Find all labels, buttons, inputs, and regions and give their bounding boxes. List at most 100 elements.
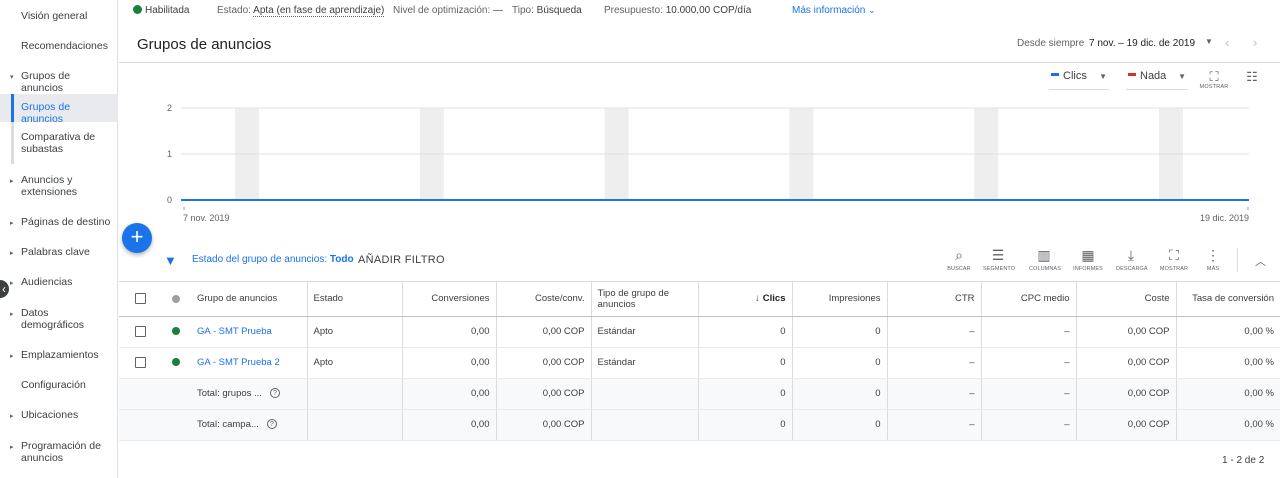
help-icon[interactable]: ?: [269, 388, 280, 399]
estado-info: Estado: Apta (en fase de aprendizaje): [217, 5, 385, 17]
sidebar-item-5[interactable]: ▸ Anuncios y extensiones: [0, 174, 118, 198]
status-dot-icon: [172, 358, 180, 367]
cell-coste-conv: 0,00 COP: [495, 409, 591, 441]
y-tick-label: 2: [167, 103, 172, 113]
date-dropdown-icon[interactable]: ▼: [1205, 37, 1213, 46]
type-info: Tipo: Búsqueda: [512, 5, 582, 16]
sidebar-item-6[interactable]: ▸ Páginas de destino: [0, 216, 118, 228]
total-empty-cell: [119, 378, 161, 410]
col-header-coste[interactable]: Coste: [1075, 282, 1176, 317]
sidebar-item-12[interactable]: ▸ Ubicaciones: [0, 409, 118, 421]
col-header-estado[interactable]: Estado: [306, 282, 402, 317]
cell-clics: 0: [697, 316, 792, 348]
status-enabled[interactable]: Habilitada: [133, 5, 189, 16]
download-button[interactable]: ⤓ DESCARGA: [1116, 247, 1148, 272]
chart-settings-button[interactable]: ☷: [1241, 70, 1263, 84]
budget-info: Presupuesto: 10.000,00 COP/día: [604, 5, 752, 16]
expand-icon: ⛶: [1169, 247, 1179, 263]
filter-icon[interactable]: ▼: [164, 253, 177, 268]
sidebar-item-10[interactable]: ▸ Emplazamientos: [0, 349, 118, 361]
checkbox[interactable]: [134, 356, 146, 368]
sidebar-item-3[interactable]: Grupos de anuncios: [0, 94, 118, 125]
download-icon: ⤓: [1127, 247, 1135, 263]
sidebar-item-8[interactable]: ▸ Audiencias: [0, 276, 118, 288]
segment-button[interactable]: ☰ SEGMENTO: [983, 247, 1016, 272]
cell-estado: Apto: [306, 316, 402, 348]
add-filter-button[interactable]: AÑADIR FILTRO: [358, 254, 445, 266]
chart-svg: 2 1 0 7 nov. 2019 19 dic. 2019: [167, 103, 1249, 223]
search-button[interactable]: ⌕ BUSCAR: [944, 247, 974, 272]
segment-label: SEGMENTO: [983, 266, 1016, 272]
metric-selector-2[interactable]: Nada ▼: [1126, 70, 1188, 90]
download-label: DESCARGA: [1116, 266, 1148, 272]
date-range-selector[interactable]: 7 nov. – 19 dic. de 2019: [1089, 38, 1195, 49]
row-status-cell[interactable]: [161, 316, 191, 348]
more-label: MÁS: [1206, 266, 1220, 272]
ad-groups-table-wrap: Grupo de anuncios Estado Conversiones Co…: [119, 282, 1280, 441]
ad-group-link[interactable]: GA - SMT Prueba 2: [197, 357, 280, 368]
more-info-link[interactable]: Más información ⌄: [792, 5, 876, 16]
sidebar-item-9[interactable]: ▸ Datos demográficos: [0, 307, 118, 331]
caret-right-icon: ▸: [10, 311, 14, 318]
metric2-swatch-icon: [1128, 73, 1136, 76]
filter-chip-status[interactable]: Estado del grupo de anuncios: Todo: [192, 254, 354, 265]
chevron-down-icon: ⌄: [868, 5, 876, 15]
sidebar-item-2[interactable]: ▾ Grupos de anuncios: [0, 70, 118, 94]
sidebar-item-11[interactable]: Configuración: [0, 379, 118, 391]
total-label: Total: campa...: [197, 419, 259, 430]
status-column-header[interactable]: [161, 282, 191, 317]
chart-expand-button[interactable]: ⛶ MOSTRAR: [1199, 70, 1229, 91]
total-empty-cell: [161, 409, 191, 441]
columns-button[interactable]: ▥ COLUMNAS: [1029, 247, 1061, 272]
more-button[interactable]: ⋮ MÁS: [1198, 247, 1228, 272]
date-prev-icon[interactable]: ‹: [1225, 35, 1229, 50]
checkbox[interactable]: [134, 325, 146, 337]
sidebar-item-label: Ubicaciones: [21, 409, 79, 421]
cell-ad-group[interactable]: GA - SMT Prueba: [191, 316, 307, 348]
col-header-impresiones[interactable]: Impresiones: [791, 282, 887, 317]
col-header-tipo[interactable]: Tipo de grupo de anuncios: [590, 282, 698, 317]
col-header-tasa[interactable]: Tasa de conversión: [1175, 282, 1280, 317]
col-header-coste-conv[interactable]: Coste/conv.: [495, 282, 591, 317]
sidebar-item-7[interactable]: ▸ Palabras clave: [0, 246, 118, 258]
col-header-clics[interactable]: ↓ Clics: [697, 282, 792, 317]
row-status-cell[interactable]: [161, 347, 191, 379]
cell-impresiones: 0: [791, 378, 887, 410]
help-icon[interactable]: ?: [266, 419, 277, 430]
ad-group-link[interactable]: GA - SMT Prueba: [197, 326, 272, 337]
cell-coste: 0,00 COP: [1075, 347, 1176, 379]
sidebar-item-0[interactable]: Visión general: [0, 10, 118, 22]
sidebar-item-4[interactable]: Comparativa de subastas: [0, 131, 118, 155]
filter-bar: ▼ Estado del grupo de anuncios: Todo AÑA…: [119, 240, 1280, 282]
col-header-cpc[interactable]: CPC medio: [980, 282, 1076, 317]
cell-ad-group[interactable]: GA - SMT Prueba 2: [191, 347, 307, 379]
checkbox[interactable]: [134, 293, 146, 305]
select-all-checkbox-cell[interactable]: [119, 282, 161, 317]
row-checkbox-cell[interactable]: [119, 347, 161, 379]
expand-button[interactable]: ⛶ MOSTRAR: [1159, 247, 1189, 272]
sidebar: Visión general Recomendaciones ▾ Grupos de …: [0, 0, 118, 478]
row-checkbox-cell[interactable]: [119, 316, 161, 348]
date-next-icon[interactable]: ›: [1253, 35, 1257, 50]
cell-conversiones: 0,00: [401, 347, 496, 379]
col-header-conversiones[interactable]: Conversiones: [401, 282, 496, 317]
col-header-ctr[interactable]: CTR: [886, 282, 981, 317]
sidebar-item-1[interactable]: Recomendaciones: [0, 40, 118, 52]
cell-estado: [306, 409, 402, 441]
sidebar-item-label: Grupos de anuncios: [21, 101, 71, 125]
caret-right-icon: ▸: [10, 353, 14, 360]
chevron-up-icon[interactable]: ︿: [1255, 253, 1266, 269]
cell-tipo: Estándar: [590, 316, 698, 348]
reports-button[interactable]: ▦ INFORMES: [1073, 247, 1103, 272]
table-row: GA - SMT Prueba 2 Apto 0,00 0,00 COP Estánda…: [119, 347, 1280, 379]
sidebar-item-13[interactable]: ▸ Programación de anuncios: [0, 440, 118, 464]
date-range-label: Desde siempre: [1017, 38, 1085, 49]
cell-coste-conv: 0,00 COP: [495, 378, 591, 410]
reports-icon: ▦: [1081, 247, 1095, 263]
cell-coste-conv: 0,00 COP: [495, 347, 591, 379]
pagination-info: 1 - 2 de 2: [1222, 455, 1265, 466]
metric-selector-1[interactable]: Clics ▼: [1049, 70, 1109, 90]
sidebar-item-label: Audiencias: [21, 276, 73, 288]
subnav-indicator: [11, 122, 14, 164]
col-header-ad-group[interactable]: Grupo de anuncios: [191, 282, 307, 317]
